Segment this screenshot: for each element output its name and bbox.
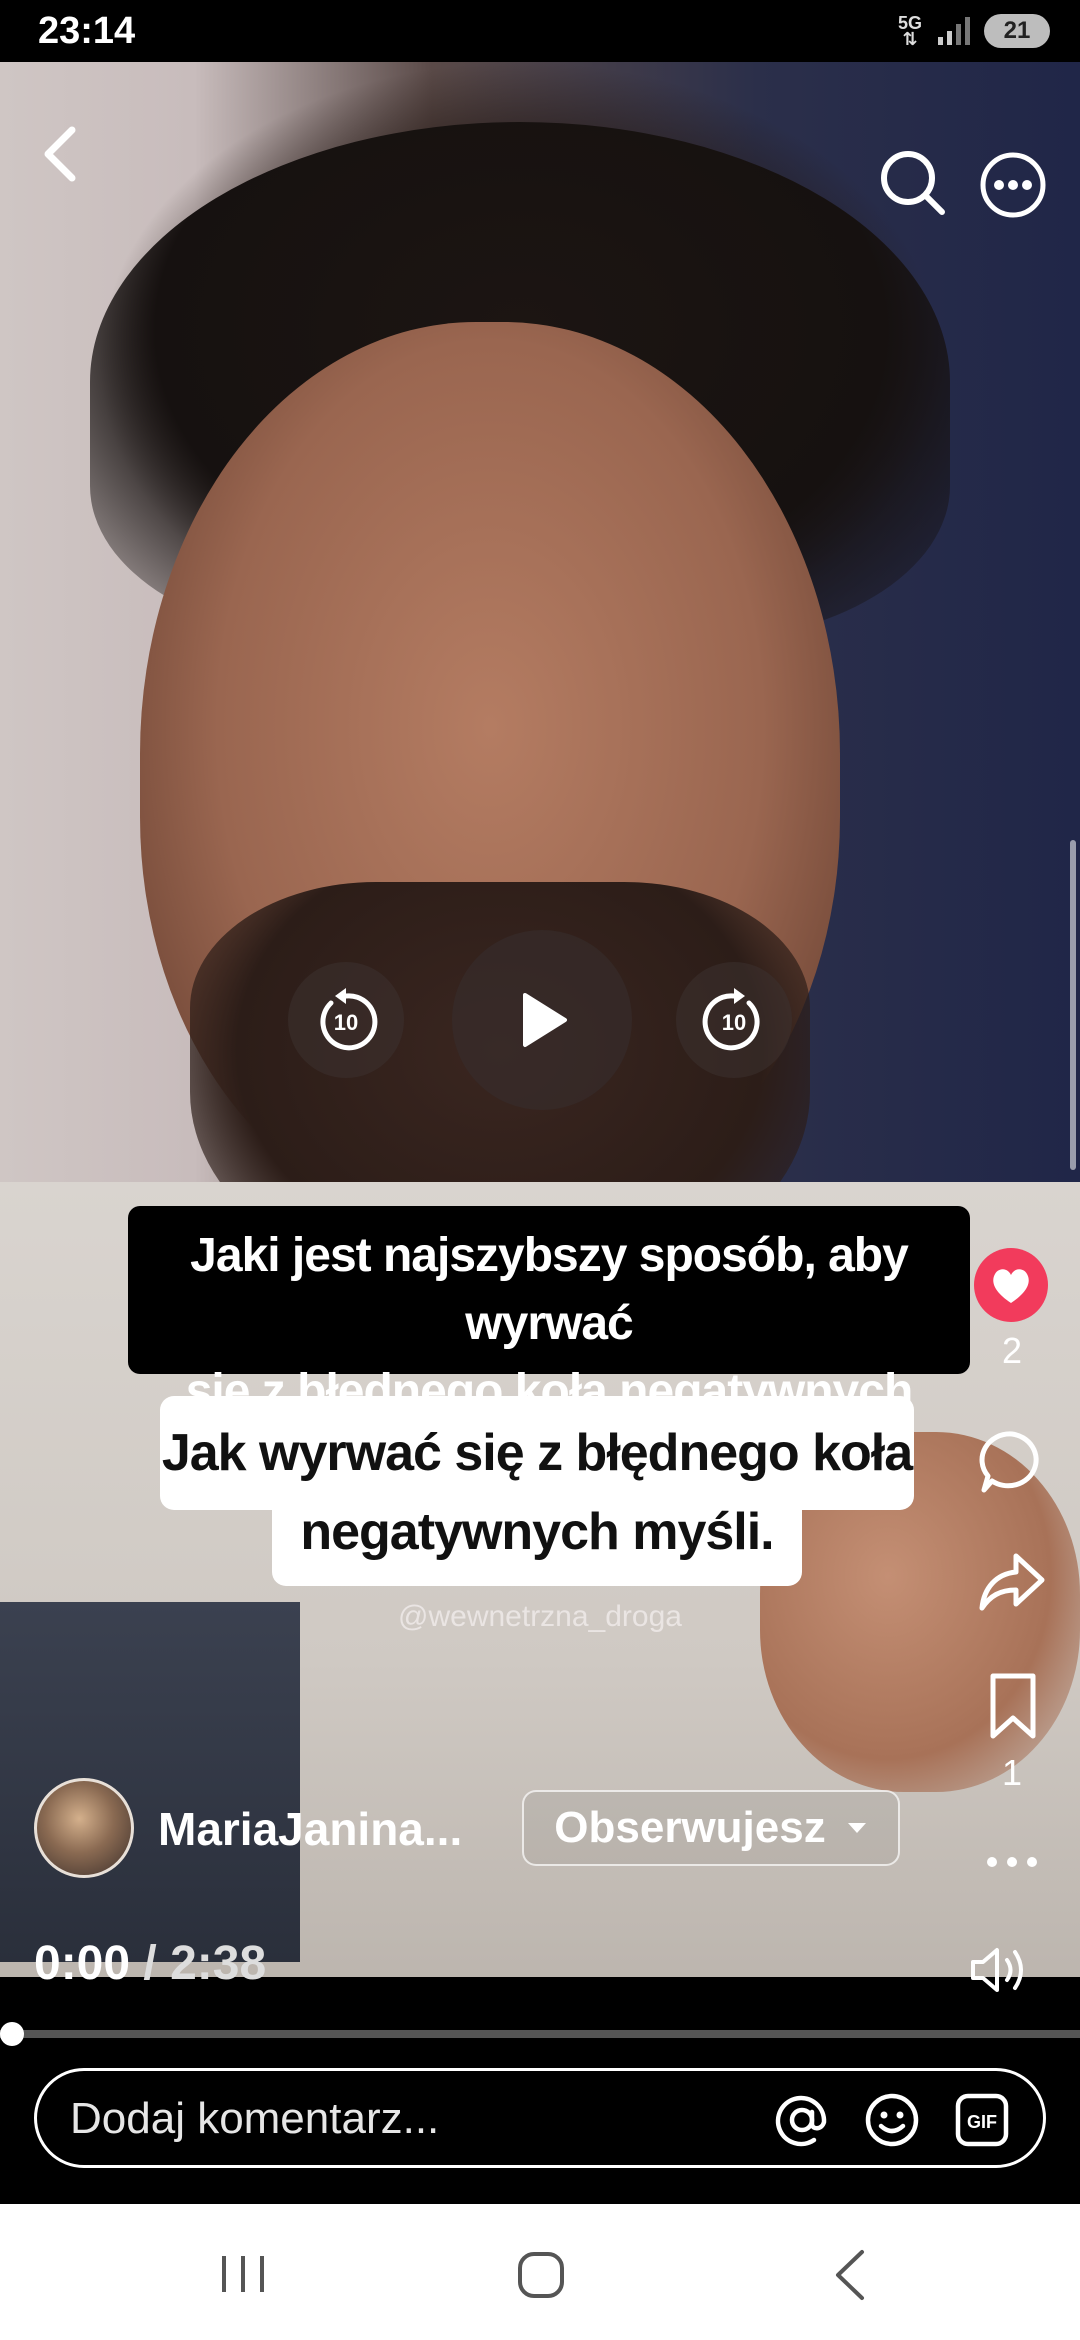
back-button[interactable] [32,118,92,188]
rewind-button[interactable]: 10 [288,962,404,1078]
smiley-icon [865,2093,919,2147]
status-icons: 5G ⇅ 21 [898,14,1050,48]
comment-button[interactable] [972,1422,1052,1502]
heart-icon [993,1269,1029,1303]
scroll-indicator [1070,840,1076,1170]
video-watermark: @wewnetrzna_droga [398,1600,682,1633]
current-time: 0:00 [34,1937,131,1990]
more-dots-icon [987,1857,1037,1867]
signal-icon [938,17,970,45]
more-actions-button[interactable] [974,1842,1050,1882]
back-arrow-icon [836,2250,864,2300]
rewind-seconds-label: 10 [334,1010,358,1035]
bookmark-icon [990,1673,1036,1739]
progress-handle[interactable] [0,2022,24,2046]
like-button[interactable] [974,1248,1048,1322]
caption-question: Jaki jest najszybszy sposób, aby wyrwać … [128,1206,970,1486]
author-avatar[interactable] [34,1778,134,1878]
forward-10-icon: 10 [702,988,760,1051]
following-label: Obserwujesz [554,1803,826,1852]
play-icon [523,993,567,1047]
save-count: 1 [1001,1752,1023,1793]
caret-down-icon [847,1823,866,1833]
volume-icon [971,1948,1023,1992]
duration: 2:38 [170,1937,267,1990]
video-frame-microphone [0,1602,300,1962]
comment-bubble-icon [979,1431,1039,1493]
search-icon [881,151,945,215]
more-horizontal-icon [980,152,1046,218]
recents-icon [222,2256,264,2292]
search-button[interactable] [878,148,948,218]
status-time: 23:14 [38,10,136,52]
progress-bar[interactable] [0,2030,1080,2038]
gif-button[interactable]: GIF [954,2092,1010,2148]
volume-button[interactable] [964,1938,1034,2002]
data-arrows-icon: ⇅ [902,29,918,49]
battery-indicator: 21 [984,14,1050,48]
caption-answer-line-2: negatywnych myśli. [272,1494,802,1586]
emoji-button[interactable] [862,2090,922,2150]
share-button[interactable] [972,1542,1052,1622]
share-arrow-icon [979,1553,1045,1611]
network-badge: 5G ⇅ [898,14,922,49]
forward-seconds-label: 10 [722,1010,746,1035]
caption-question-line-1: Jaki jest najszybszy sposób, aby wyrwać [190,1229,909,1350]
save-button[interactable] [976,1666,1050,1746]
forward-button[interactable]: 10 [676,962,792,1078]
author-username[interactable]: MariaJanina... [158,1802,462,1856]
recents-button[interactable] [216,2254,270,2294]
chevron-left-icon [44,126,76,182]
more-options-button[interactable] [978,150,1048,220]
rewind-10-icon: 10 [320,988,378,1051]
time-readout: 0:00 / 2:38 [34,1936,266,1991]
play-button[interactable] [452,930,632,1110]
gif-label: GIF [967,2112,997,2132]
time-separator: / [143,1937,157,1990]
gif-icon: GIF [955,2093,1009,2147]
like-count: 2 [1001,1330,1023,1371]
home-icon [518,2252,564,2298]
reel-screen: 23:14 5G ⇅ 21 10 10 Jaki jest najszybszy… [0,0,1080,2340]
home-button[interactable] [516,2250,566,2300]
following-button[interactable]: Obserwujesz [522,1790,900,1866]
comment-placeholder[interactable]: Dodaj komentarz... [70,2094,439,2144]
system-back-button[interactable] [830,2248,870,2302]
caption-answer-line-1: Jak wyrwać się z błędnego koła [160,1396,914,1510]
mention-button[interactable] [772,2090,832,2150]
status-bar: 23:14 5G ⇅ 21 [0,0,1080,62]
at-sign-icon [775,2095,827,2147]
